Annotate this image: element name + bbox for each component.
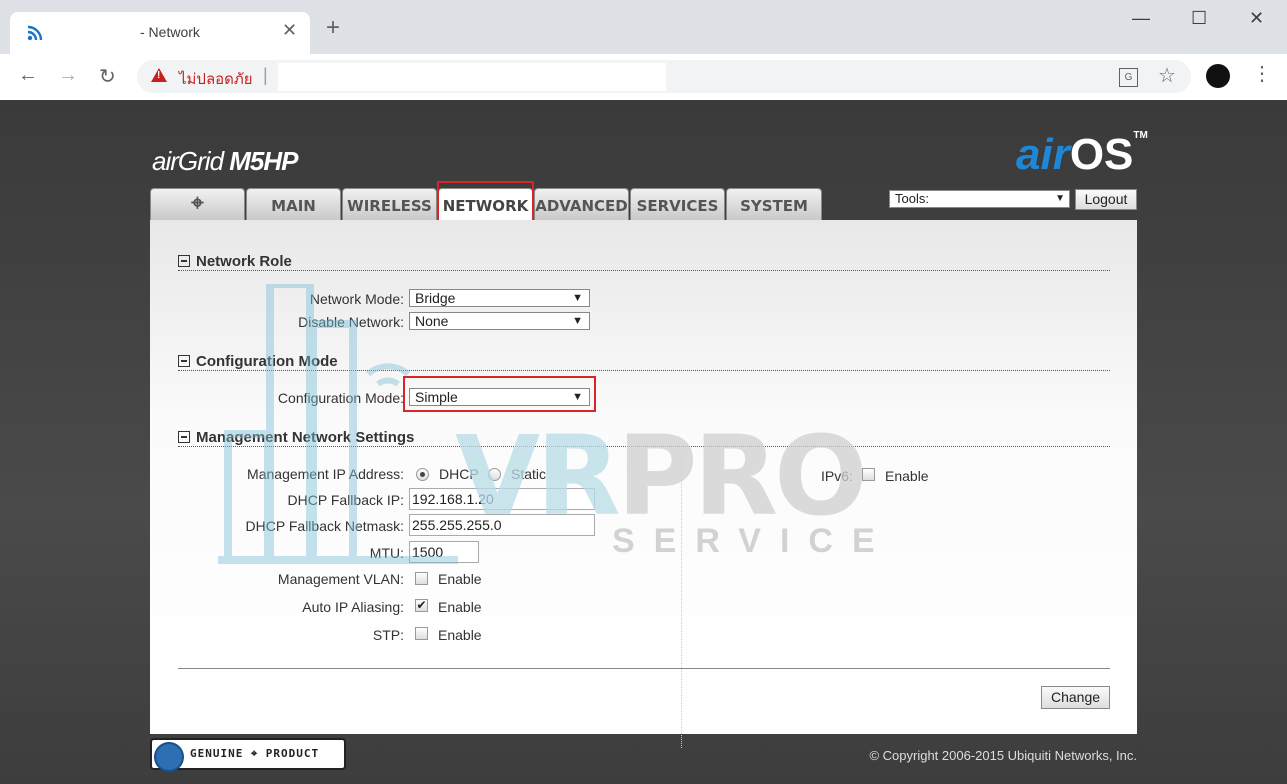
ipv6-enable-label: Enable: [885, 468, 929, 484]
browser-toolbar: ← → ↻ ไม่ปลอดภัย | G ☆ ⋮: [0, 54, 1287, 101]
address-bar[interactable]: ไม่ปลอดภัย | G ☆: [137, 60, 1191, 93]
wifi-favicon-icon: [27, 25, 43, 41]
bookmark-star-icon[interactable]: ☆: [1158, 63, 1176, 88]
back-icon[interactable]: ←: [18, 64, 38, 87]
management-vlan-enable-label: Enable: [438, 571, 482, 587]
chevron-down-icon: ▼: [572, 292, 583, 304]
divider: [178, 270, 1110, 271]
footer: GENUINE ⌖ PRODUCT © Copyright 2006-2015 …: [150, 734, 1137, 784]
browser-tab[interactable]: - Network ✕: [10, 12, 310, 54]
tab-close-icon[interactable]: ✕: [282, 20, 297, 41]
warning-icon: [151, 68, 167, 82]
chevron-down-icon: ▼: [572, 315, 583, 327]
tab-advanced[interactable]: ADVANCED: [534, 188, 629, 220]
collapse-icon[interactable]: [178, 255, 190, 267]
section-network-role[interactable]: Network Role: [178, 253, 292, 270]
collapse-icon[interactable]: [178, 431, 190, 443]
ipv6-checkbox[interactable]: [862, 468, 875, 481]
auto-ip-aliasing-enable-label: Enable: [438, 599, 482, 615]
browser-tabstrip: - Network ✕ + — ☐ ✕: [0, 0, 1287, 54]
watermark-building-icon: [218, 284, 458, 564]
lock-icon: [154, 742, 184, 772]
tab-services[interactable]: SERVICES: [630, 188, 725, 220]
profile-avatar[interactable]: [1206, 64, 1230, 88]
divider: [178, 668, 1110, 669]
watermark-text: VRPRO: [455, 412, 868, 540]
collapse-icon[interactable]: [178, 355, 190, 367]
forward-icon[interactable]: →: [58, 64, 78, 87]
maximize-icon[interactable]: ☐: [1191, 8, 1207, 29]
genuine-product-badge: GENUINE ⌖ PRODUCT: [150, 738, 346, 772]
chevron-down-icon: ▼: [572, 391, 583, 403]
tab-main[interactable]: MAIN: [246, 188, 341, 220]
airos-logo: airOSTM: [1016, 130, 1148, 179]
auto-ip-aliasing-label: Auto IP Aliasing:: [302, 599, 404, 615]
watermark-service: SERVICE: [612, 522, 894, 560]
product-logo: airGrid M5HP: [152, 146, 299, 176]
url-separator: |: [263, 65, 268, 85]
window-close-icon[interactable]: ✕: [1249, 8, 1264, 29]
change-button[interactable]: Change: [1041, 686, 1110, 709]
url-redacted: [278, 63, 666, 91]
tab-system[interactable]: SYSTEM: [726, 188, 822, 220]
stp-enable-label: Enable: [438, 627, 482, 643]
insecure-label: ไม่ปลอดภัย: [179, 71, 253, 88]
auto-ip-aliasing-checkbox[interactable]: ✔: [415, 599, 428, 612]
translate-icon[interactable]: G: [1119, 68, 1138, 87]
tab-ubiquiti-logo[interactable]: ⌖: [150, 188, 245, 220]
browser-menu-icon[interactable]: ⋮: [1252, 64, 1272, 84]
minimize-icon[interactable]: —: [1132, 8, 1150, 29]
tools-select[interactable]: Tools: ▼: [889, 190, 1070, 208]
stp-checkbox[interactable]: [415, 627, 428, 640]
logout-button[interactable]: Logout: [1075, 189, 1137, 210]
management-vlan-checkbox[interactable]: [415, 572, 428, 585]
chevron-down-icon: ▼: [1055, 193, 1065, 204]
tab-title: - Network: [140, 24, 200, 40]
stp-label: STP:: [372, 627, 404, 643]
tab-wireless[interactable]: WIRELESS: [342, 188, 437, 220]
copyright-text: © Copyright 2006-2015 Ubiquiti Networks,…: [869, 748, 1137, 763]
reload-icon[interactable]: ↻: [99, 64, 116, 89]
management-vlan-label: Management VLAN:: [277, 571, 404, 587]
new-tab-button[interactable]: +: [326, 16, 340, 40]
